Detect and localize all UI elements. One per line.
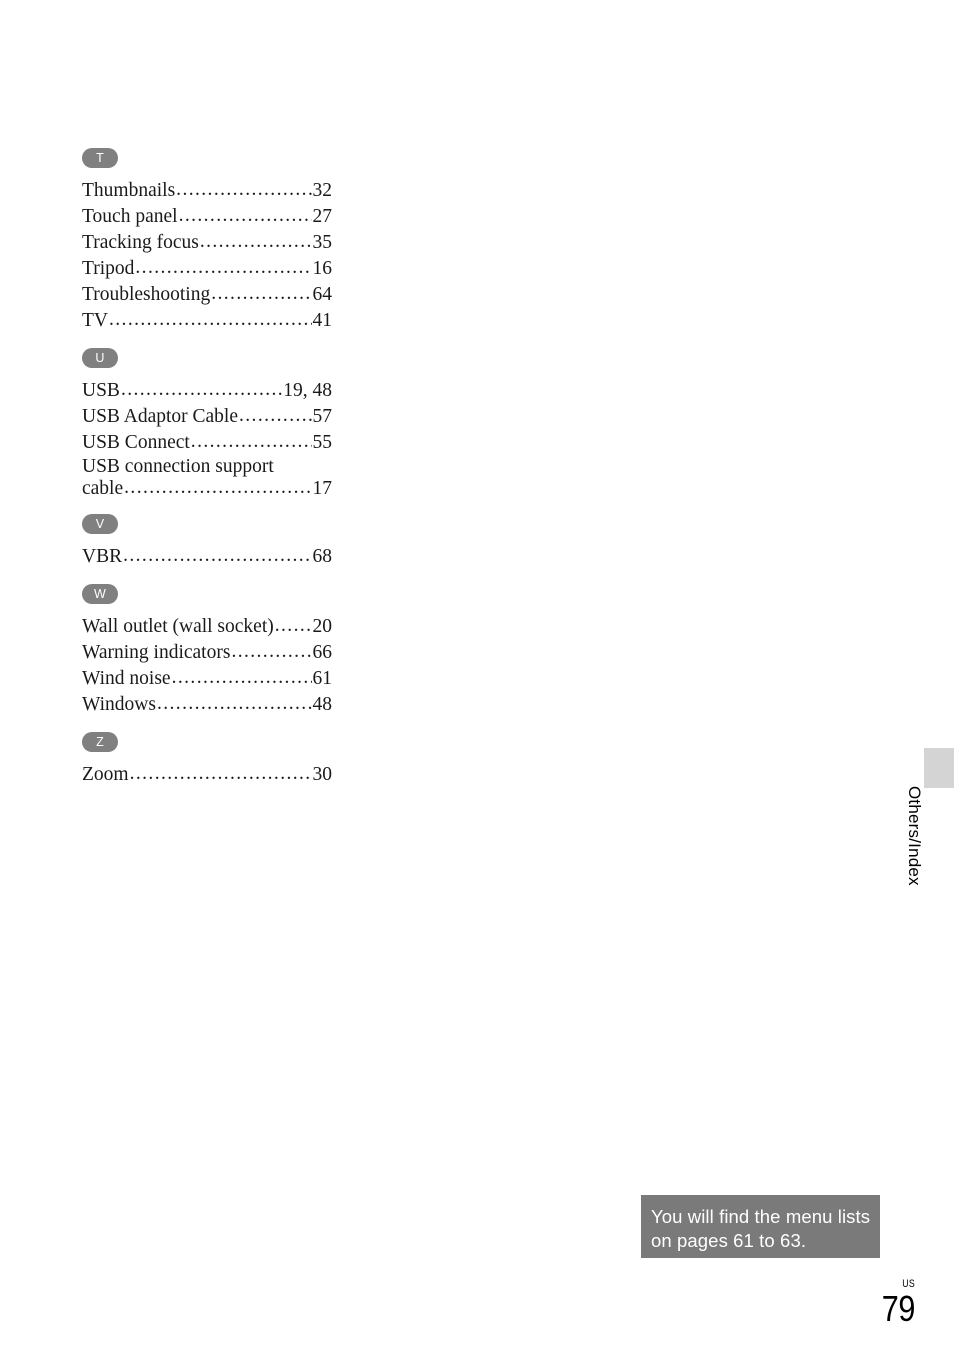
index-entry-label: Tracking focus [82, 232, 199, 253]
index-entry-page: 27 [312, 206, 333, 227]
index-entry-page: 55 [312, 432, 333, 453]
index-entry-leader: ........................................… [239, 405, 312, 426]
index-entry[interactable]: Touch panel.............................… [82, 204, 332, 230]
index-entry-label: Touch panel [82, 206, 178, 227]
index-entry-page: 61 [312, 668, 333, 689]
index-entry-leader: ........................................… [120, 379, 283, 400]
index-entry[interactable]: USB Connect.............................… [82, 430, 332, 456]
index-entry[interactable]: Thumbnails..............................… [82, 178, 332, 204]
index-entry-leader: ........................................… [190, 431, 312, 452]
index-entry-label: USB connection support [82, 456, 274, 477]
index-entry[interactable]: Troubleshooting.........................… [82, 282, 332, 308]
index-entry-label: Thumbnails [82, 180, 176, 201]
index-entry-leader: ........................................… [199, 231, 312, 252]
index-entry-page: 16 [312, 258, 333, 279]
index-entry-page: 30 [312, 764, 333, 785]
index-letter-badge: Z [82, 732, 118, 752]
index-entry[interactable]: USB.....................................… [82, 378, 332, 404]
index-entry-page: 41 [312, 310, 333, 331]
index-letter-badge: W [82, 584, 118, 604]
index-entry-label: USB Adaptor Cable [82, 406, 238, 427]
index-entry-leader: ........................................… [135, 257, 312, 278]
index-entry-leader: ........................................… [109, 309, 312, 330]
index-entry-leader: ........................................… [123, 545, 312, 566]
index-entry-page: 66 [312, 642, 333, 663]
index-entry-label: Wall outlet (wall socket) [82, 616, 274, 637]
index-letter-group: W Wall outlet (wall socket)..............… [82, 584, 332, 718]
index-entry[interactable]: Wind noise..............................… [82, 666, 332, 692]
index-entry-page: 48 [312, 694, 333, 715]
index-entry[interactable]: Wall outlet (wall socket)...............… [82, 614, 332, 640]
index-entry-leader: ........................................… [156, 693, 312, 714]
index-entry-page: 35 [312, 232, 333, 253]
index-entry-page: 57 [312, 406, 333, 427]
index-entry-label-continued: cable [82, 478, 124, 499]
index-entry-label: USB Connect [82, 432, 190, 453]
index-entry[interactable]: USB Adaptor Cable.......................… [82, 404, 332, 430]
index-entry-label: Troubleshooting [82, 284, 211, 305]
side-tab-marker [924, 748, 954, 788]
index-entry-label: Zoom [82, 764, 129, 785]
index-entry-page: 32 [312, 180, 333, 201]
index-entry-leader: ........................................… [211, 283, 312, 304]
index-entry-label: Wind noise [82, 668, 171, 689]
index-letter-badge: U [82, 348, 118, 368]
index-entry[interactable]: Zoom....................................… [82, 762, 332, 788]
index-entry[interactable]: VBR.....................................… [82, 544, 332, 570]
index-letter-group: T Thumbnails.............................… [82, 148, 332, 334]
index-letter-badge: V [82, 514, 118, 534]
index-entry-leader: ........................................… [178, 205, 312, 226]
index-entry-leader: ........................................… [274, 615, 312, 636]
index-entry[interactable]: Warning indicators......................… [82, 640, 332, 666]
index-entry-list: VBR.....................................… [82, 544, 332, 570]
page-folio: US 79 [820, 1278, 916, 1329]
index-entry-label: Warning indicators [82, 642, 231, 663]
index-entry-leader: ........................................… [171, 667, 312, 688]
index-letter-badge: T [82, 148, 118, 168]
side-tab-label: Others/Index [905, 786, 924, 886]
index-entry-list: Zoom....................................… [82, 762, 332, 788]
index-letter-group: V VBR....................................… [82, 514, 332, 570]
index-entry-page: 64 [312, 284, 333, 305]
index-column: T Thumbnails.............................… [82, 148, 332, 788]
folio-page-number: 79 [881, 1288, 916, 1329]
index-letter-group: Z Zoom...................................… [82, 732, 332, 788]
index-entry[interactable]: TV......................................… [82, 308, 332, 334]
index-entry-label: Windows [82, 694, 156, 715]
menu-lists-callout: You will find the menu lists on pages 61… [641, 1195, 880, 1258]
index-entry-label: VBR [82, 546, 123, 567]
index-entry-page: 20 [312, 616, 333, 637]
index-entry-page: 19, 48 [283, 380, 332, 401]
index-entry-leader: ........................................… [129, 763, 312, 784]
index-entry[interactable]: Tracking focus..........................… [82, 230, 332, 256]
index-entry-label: USB [82, 380, 120, 401]
index-entry-page: 68 [312, 546, 333, 567]
index-entry-list: Thumbnails..............................… [82, 178, 332, 334]
index-entry-page: 17 [312, 478, 333, 499]
menu-lists-callout-text: You will find the menu lists on pages 61… [651, 1206, 871, 1251]
index-letter-group: U USB....................................… [82, 348, 332, 500]
index-entry[interactable]: Windows.................................… [82, 692, 332, 718]
index-entry-leader: ........................................… [176, 179, 312, 200]
index-entry[interactable]: USB connection support cable.............… [82, 456, 332, 500]
index-entry-label: Tripod [82, 258, 135, 279]
index-entry-list: Wall outlet (wall socket)...............… [82, 614, 332, 718]
index-entry[interactable]: Tripod..................................… [82, 256, 332, 282]
index-entry-list: USB.....................................… [82, 378, 332, 500]
index-entry-leader: ........................................… [124, 477, 312, 498]
index-entry-leader: ........................................… [231, 641, 311, 662]
index-entry-label: TV [82, 310, 108, 331]
